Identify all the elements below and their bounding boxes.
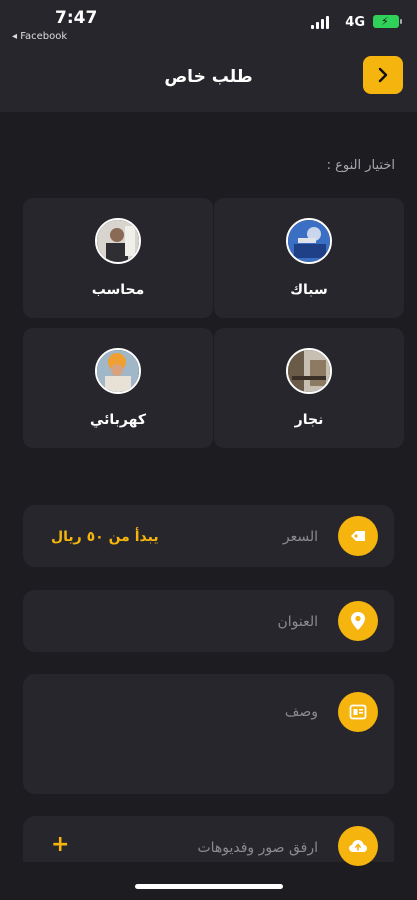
accountant-avatar [95, 218, 141, 264]
category-label: نجار [294, 412, 324, 428]
upload-cloud-icon [338, 826, 378, 866]
category-label: كهربائي [89, 412, 147, 428]
category-card-electrician[interactable]: كهربائي [23, 328, 213, 448]
attachments-label: ارفق صور وفديوهات [197, 840, 318, 856]
plumber-avatar [286, 218, 332, 264]
description-field[interactable]: وصف [23, 674, 394, 794]
electrician-avatar [95, 348, 141, 394]
category-label: سباك [290, 282, 328, 298]
add-attachment-button[interactable]: + [51, 832, 69, 857]
type-section-label: اختيار النوع : [326, 158, 395, 173]
price-field[interactable]: السعر يبدأ من ٥٠ ريال [23, 505, 394, 567]
attachments-field[interactable]: ارفق صور وفديوهات + [23, 816, 394, 866]
top-header: طلب خاص [0, 50, 417, 112]
description-label: وصف [284, 704, 318, 720]
category-card-accountant[interactable]: محاسب [23, 198, 213, 318]
signal-icon [311, 15, 329, 29]
network-type: 4G [345, 15, 365, 30]
home-indicator [135, 884, 283, 889]
status-time: 7:47 [55, 8, 98, 28]
address-field[interactable]: العنوان [23, 590, 394, 652]
battery-icon: ⚡ [373, 15, 402, 28]
location-pin-icon [338, 601, 378, 641]
chevron-right-icon [378, 67, 388, 83]
price-label: السعر [282, 529, 318, 545]
category-card-plumber[interactable]: سباك [214, 198, 404, 318]
status-bar: 7:47 ◂ Facebook 4G ⚡ [0, 0, 417, 50]
carpenter-avatar [286, 348, 332, 394]
address-label: العنوان [277, 614, 318, 630]
page-title: طلب خاص [164, 67, 253, 87]
document-icon [338, 692, 378, 732]
category-card-carpenter[interactable]: نجار [214, 328, 404, 448]
price-tag-icon [338, 516, 378, 556]
back-to-app-link[interactable]: ◂ Facebook [12, 31, 67, 42]
back-button[interactable] [363, 56, 403, 94]
category-label: محاسب [91, 282, 145, 298]
price-value: يبدأ من ٥٠ ريال [51, 529, 159, 545]
